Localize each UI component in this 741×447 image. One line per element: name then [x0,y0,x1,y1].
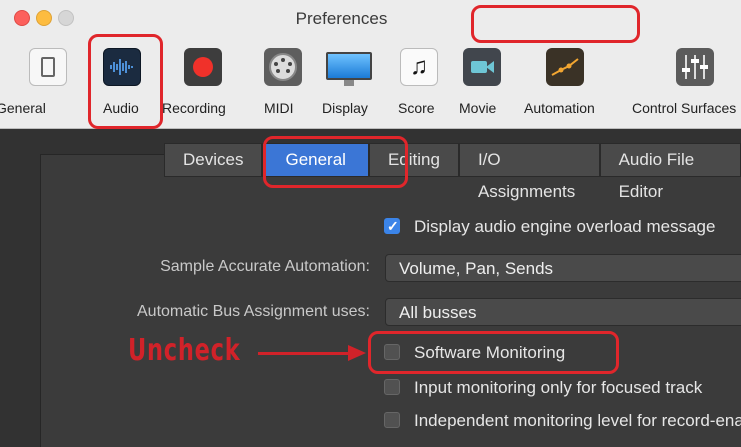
general-icon [29,48,67,86]
overload-message-option[interactable]: Display audio engine overload message [384,215,716,238]
display-monitor-icon [326,48,372,86]
tab-bar: Devices General Editing I/O Assignments … [164,143,741,201]
toolbar-item-display[interactable]: Display [320,46,382,120]
toolbar-item-control-surfaces[interactable]: Control Surfaces [628,46,741,120]
input-monitoring-checkbox[interactable] [384,378,400,395]
music-note-icon: ♫ [400,48,438,86]
sample-accurate-select[interactable]: Volume, Pan, Sends [385,254,741,282]
bus-assignment-select[interactable]: All busses [385,298,741,326]
uncheck-annotation: Uncheck [128,333,241,368]
toolbar-item-recording[interactable]: Recording [160,46,250,120]
toolbar-label: Recording [162,100,226,116]
overload-message-checkbox[interactable] [384,215,400,237]
tab-audio-file-editor[interactable]: Audio File Editor [599,143,741,201]
automation-curve-icon [546,48,584,86]
toolbar-label: Movie [459,100,497,116]
highlight-audio-toolbar [88,34,163,129]
movie-camera-icon [463,48,501,86]
annotation-arrow-head-icon [348,345,366,361]
annotation-arrow-shaft [258,352,354,355]
overload-message-label: Display audio engine overload message [414,217,716,236]
preferences-window: Preferences General Audio Recording MIDI… [0,0,741,447]
bus-assignment-label: Automatic Bus Assignment uses: [137,303,370,320]
independent-monitoring-checkbox[interactable] [384,411,400,428]
toolbar-label: MIDI [264,100,294,116]
tab-devices[interactable]: Devices [164,143,263,177]
input-monitoring-label: Input monitoring only for focused track [414,378,703,397]
midi-connector-icon [264,48,302,86]
sample-accurate-label: Sample Accurate Automation: [160,258,370,275]
highlight-software-monitoring [368,331,619,374]
toolbar-label: Score [398,100,435,116]
record-icon [184,48,222,86]
tab-io-assignments[interactable]: I/O Assignments [458,143,600,201]
input-monitoring-option[interactable]: Input monitoring only for focused track [384,377,702,399]
toolbar-item-automation[interactable]: Automation [520,46,620,120]
highlight-general-tab [263,136,408,188]
independent-monitoring-option[interactable]: Independent monitoring level for record-… [384,410,741,432]
toolbar-item-general[interactable]: General [0,46,84,120]
toolbar-item-score[interactable]: ♫ Score [396,46,444,120]
independent-monitoring-label: Independent monitoring level for record-… [414,411,741,430]
highlight-window-title [471,5,640,43]
toolbar-label: Control Surfaces [632,100,737,116]
toolbar-label: Display [322,100,368,116]
toolbar-item-midi[interactable]: MIDI [260,46,306,120]
toolbar-label: General [0,100,46,116]
toolbar-item-movie[interactable]: Movie [455,46,509,120]
toolbar-label: Automation [524,100,595,116]
mixer-faders-icon [676,48,714,86]
